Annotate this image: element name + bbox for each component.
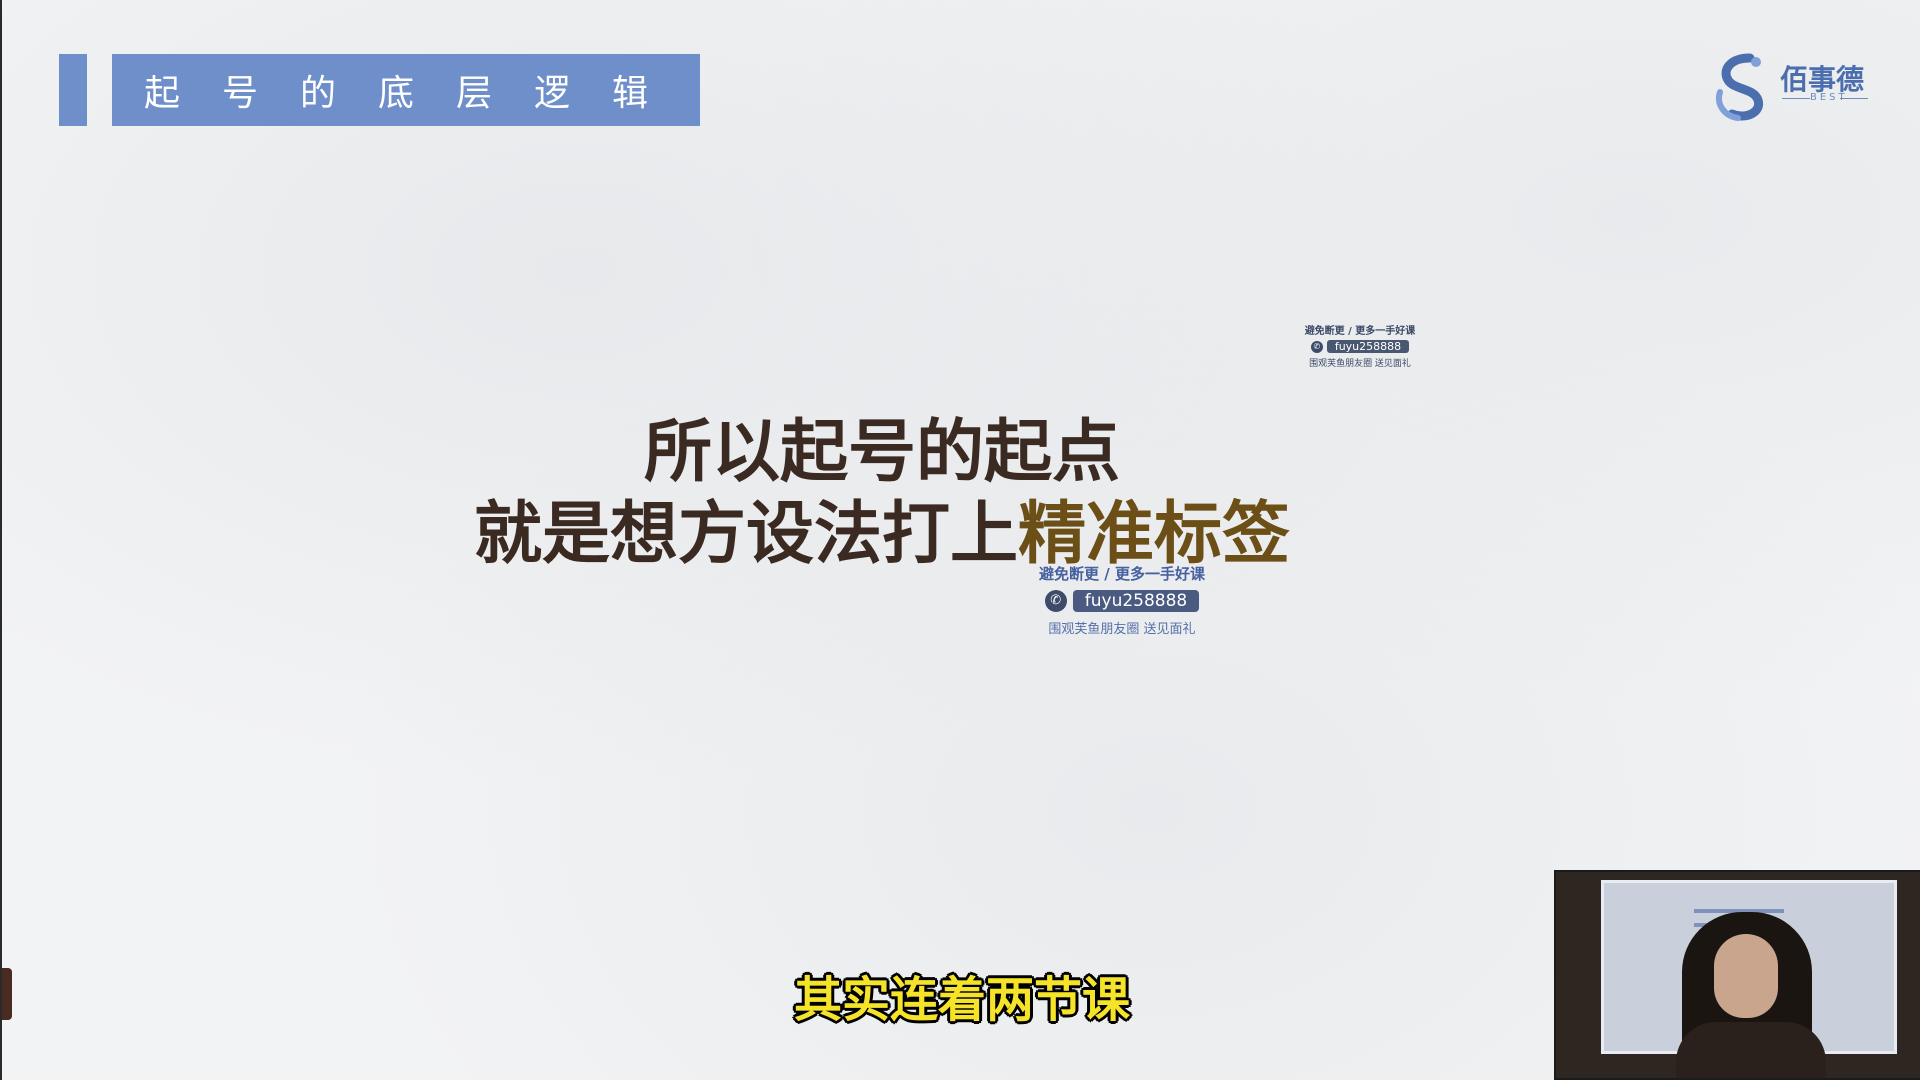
logo-mark-icon xyxy=(1716,53,1764,121)
title-accent-bar xyxy=(59,54,87,126)
main-line-1: 所以起号的起点 xyxy=(643,413,1120,492)
left-edge-tab[interactable] xyxy=(2,968,12,1020)
wechat-icon: ✆ xyxy=(1044,590,1067,612)
main-statement: 所以起号的起点 就是想方设法打上精准标签 xyxy=(432,412,1332,576)
watermark-small-handle-row: ✆ fuyu258888 xyxy=(1290,340,1430,353)
watermark-large-line1: 避免断更 / 更多一手好课 xyxy=(1039,565,1205,583)
watermark-small-line3: 围观芙鱼朋友圈 送见面礼 xyxy=(1309,359,1411,369)
watermark-large-handle-row: ✆ fuyu258888 xyxy=(1007,590,1237,612)
logo-divider-left xyxy=(1782,98,1810,99)
presenter-body xyxy=(1676,1022,1826,1078)
logo-divider-right xyxy=(1840,98,1868,99)
presenter-camera-overlay xyxy=(1554,870,1920,1080)
video-subtitle: 其实连着两节课 xyxy=(793,972,1130,1028)
slide-canvas: 起号的底层逻辑 佰事德 BEST 避免断更 / 更多一手好课 ✆ fuyu258… xyxy=(0,0,1920,1080)
title-bar: 起号的底层逻辑 xyxy=(112,54,700,126)
presenter-face xyxy=(1714,934,1778,1018)
watermark-small-line1: 避免断更 / 更多一手好课 xyxy=(1304,326,1416,337)
watermark-large-handle: fuyu258888 xyxy=(1072,590,1200,612)
slide-title: 起号的底层逻辑 xyxy=(144,73,691,114)
wechat-icon: ✆ xyxy=(1310,340,1323,353)
watermark-small: 避免断更 / 更多一手好课 ✆ fuyu258888 围观芙鱼朋友圈 送见面礼 xyxy=(1290,322,1430,369)
watermark-small-handle: fuyu258888 xyxy=(1326,340,1410,353)
watermark-large-line3: 围观芙鱼朋友圈 送见面礼 xyxy=(1048,622,1196,637)
brand-logo: 佰事德 BEST xyxy=(1710,52,1870,122)
watermark-large: 避免断更 / 更多一手好课 ✆ fuyu258888 围观芙鱼朋友圈 送见面礼 xyxy=(1007,563,1237,637)
main-line-2-plain: 就是想方设法打上 xyxy=(473,495,1018,574)
